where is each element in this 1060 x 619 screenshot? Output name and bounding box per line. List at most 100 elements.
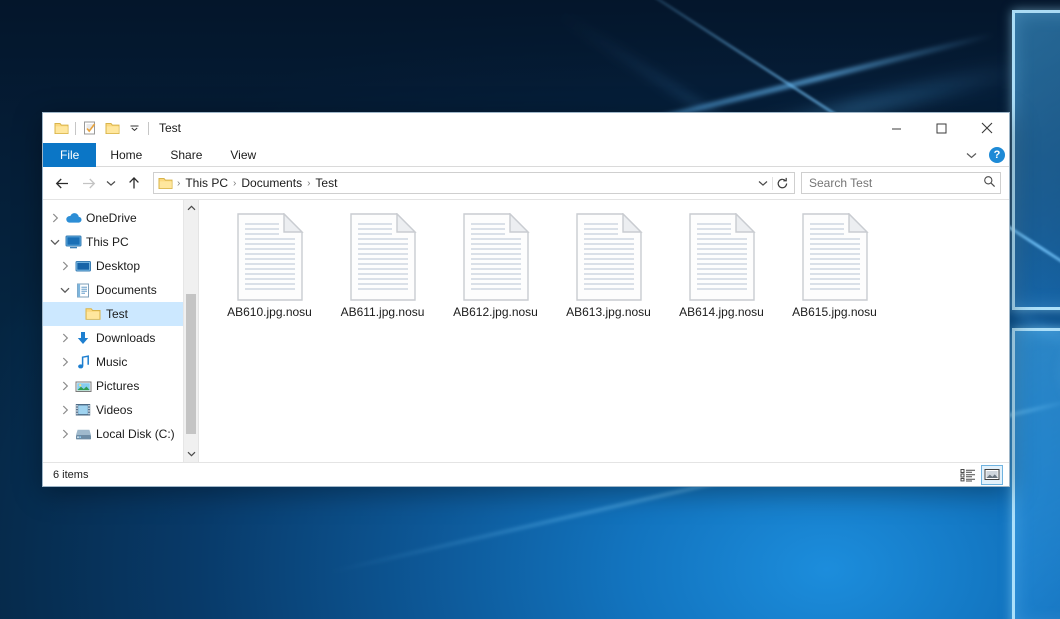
sidebar-item-label: Local Disk (C:) — [96, 427, 175, 441]
sidebar-item-label: Pictures — [96, 379, 139, 393]
tab-file[interactable]: File — [43, 143, 96, 167]
file-grid: AB610.jpg.nosu AB611.j — [199, 200, 1009, 323]
properties-icon[interactable] — [79, 117, 101, 139]
help-icon[interactable]: ? — [989, 147, 1005, 163]
logo-pane — [1012, 10, 1060, 310]
folder-icon — [50, 117, 72, 139]
ribbon-tab-bar: File Home Share View ? — [43, 143, 1009, 167]
file-name: AB611.jpg.nosu — [341, 305, 425, 319]
tab-view[interactable]: View — [216, 143, 270, 167]
generic-file-icon — [686, 212, 758, 302]
search-box[interactable] — [801, 172, 1001, 194]
generic-file-icon — [460, 212, 532, 302]
generic-file-icon — [573, 212, 645, 302]
sidebar-item-label: Documents — [96, 283, 157, 297]
list-item[interactable]: AB612.jpg.nosu — [439, 208, 552, 323]
ribbon-right-controls: ? — [962, 143, 1005, 167]
address-dropdown-icon[interactable] — [754, 180, 772, 187]
breadcrumb-bar[interactable]: › This PC › Documents › Test — [153, 172, 795, 194]
sidebar-item-onedrive[interactable]: OneDrive — [43, 206, 198, 230]
file-list-view[interactable]: AB610.jpg.nosu AB611.j — [199, 200, 1009, 462]
music-icon — [73, 355, 93, 370]
sidebar-item-videos[interactable]: Videos — [43, 398, 198, 422]
navigation-pane: OneDrive This PC — [43, 200, 199, 462]
sidebar-item-desktop[interactable]: Desktop — [43, 254, 198, 278]
chevron-down-icon[interactable] — [962, 152, 981, 159]
desktop: Test File Home Share View — [0, 0, 1060, 619]
generic-file-icon — [799, 212, 871, 302]
download-icon — [73, 331, 93, 346]
details-view-button[interactable] — [957, 465, 979, 485]
sidebar-item-documents[interactable]: Documents — [43, 278, 198, 302]
list-item[interactable]: AB615.jpg.nosu — [778, 208, 891, 323]
documents-icon — [73, 283, 93, 298]
forward-button — [75, 170, 101, 196]
recent-locations-button[interactable] — [101, 170, 121, 196]
customize-dropdown-icon[interactable] — [123, 117, 145, 139]
status-bar: 6 items — [43, 462, 1009, 486]
sidebar-item-local-disk-c[interactable]: Local Disk (C:) — [43, 422, 198, 446]
tab-home[interactable]: Home — [96, 143, 156, 167]
large-icons-view-button[interactable] — [981, 465, 1003, 485]
navigation-tree: OneDrive This PC — [43, 200, 198, 446]
sidebar-item-label: Desktop — [96, 259, 140, 273]
chevron-right-icon[interactable] — [47, 213, 63, 223]
title-bar: Test — [43, 113, 1009, 143]
tab-share[interactable]: Share — [156, 143, 216, 167]
file-name: AB613.jpg.nosu — [566, 305, 651, 319]
file-name: AB610.jpg.nosu — [227, 305, 312, 319]
list-item[interactable]: AB613.jpg.nosu — [552, 208, 665, 323]
breadcrumb-documents[interactable]: Documents — [237, 176, 306, 190]
breadcrumb-test[interactable]: Test — [311, 176, 341, 190]
maximize-button[interactable] — [919, 113, 964, 143]
scrollbar-thumb[interactable] — [186, 294, 196, 434]
new-folder-icon[interactable] — [101, 117, 123, 139]
chevron-right-icon[interactable] — [57, 333, 73, 343]
file-name: AB615.jpg.nosu — [792, 305, 877, 319]
address-bar: › This PC › Documents › Test — [43, 167, 1009, 199]
close-button[interactable] — [964, 113, 1009, 143]
window-controls — [874, 113, 1009, 143]
sidebar-item-label: OneDrive — [86, 211, 137, 225]
chevron-right-icon[interactable] — [57, 261, 73, 271]
sidebar-item-music[interactable]: Music — [43, 350, 198, 374]
up-button[interactable] — [121, 170, 147, 196]
wallpaper-glow — [1050, 297, 1060, 447]
sidebar-item-this-pc[interactable]: This PC — [43, 230, 198, 254]
minimize-button[interactable] — [874, 113, 919, 143]
list-item[interactable]: AB610.jpg.nosu — [213, 208, 326, 323]
desktop-icon — [73, 260, 93, 273]
generic-file-icon — [234, 212, 306, 302]
breadcrumb-this-pc[interactable]: This PC — [181, 176, 232, 190]
chevron-down-icon[interactable] — [57, 287, 73, 294]
file-name: AB614.jpg.nosu — [679, 305, 764, 319]
list-item[interactable]: AB614.jpg.nosu — [665, 208, 778, 323]
item-count-label: 6 items — [53, 469, 88, 481]
scroll-down-button[interactable] — [184, 446, 198, 462]
chevron-right-icon[interactable] — [57, 381, 73, 391]
sidebar-item-pictures[interactable]: Pictures — [43, 374, 198, 398]
toolbar-divider — [75, 122, 76, 135]
navigation-scrollbar[interactable] — [183, 200, 198, 462]
search-icon[interactable] — [983, 175, 996, 191]
refresh-icon[interactable] — [772, 177, 792, 190]
chevron-down-icon[interactable] — [47, 239, 63, 246]
chevron-right-icon[interactable] — [57, 429, 73, 439]
chevron-right-icon[interactable] — [57, 357, 73, 367]
sidebar-item-label: Test — [106, 307, 128, 321]
sidebar-item-test[interactable]: Test — [43, 302, 198, 326]
sidebar-item-label: This PC — [86, 235, 129, 249]
cloud-icon — [63, 212, 83, 224]
generic-file-icon — [347, 212, 419, 302]
list-item[interactable]: AB611.jpg.nosu — [326, 208, 439, 323]
sidebar-item-downloads[interactable]: Downloads — [43, 326, 198, 350]
sidebar-item-label: Videos — [96, 403, 132, 417]
search-input[interactable] — [809, 176, 983, 190]
scroll-up-button[interactable] — [184, 200, 198, 216]
back-button[interactable] — [49, 170, 75, 196]
pictures-icon — [73, 380, 93, 393]
window-title: Test — [159, 121, 181, 135]
file-explorer-window: Test File Home Share View — [42, 112, 1010, 487]
chevron-right-icon[interactable] — [57, 405, 73, 415]
folder-icon — [158, 177, 173, 190]
